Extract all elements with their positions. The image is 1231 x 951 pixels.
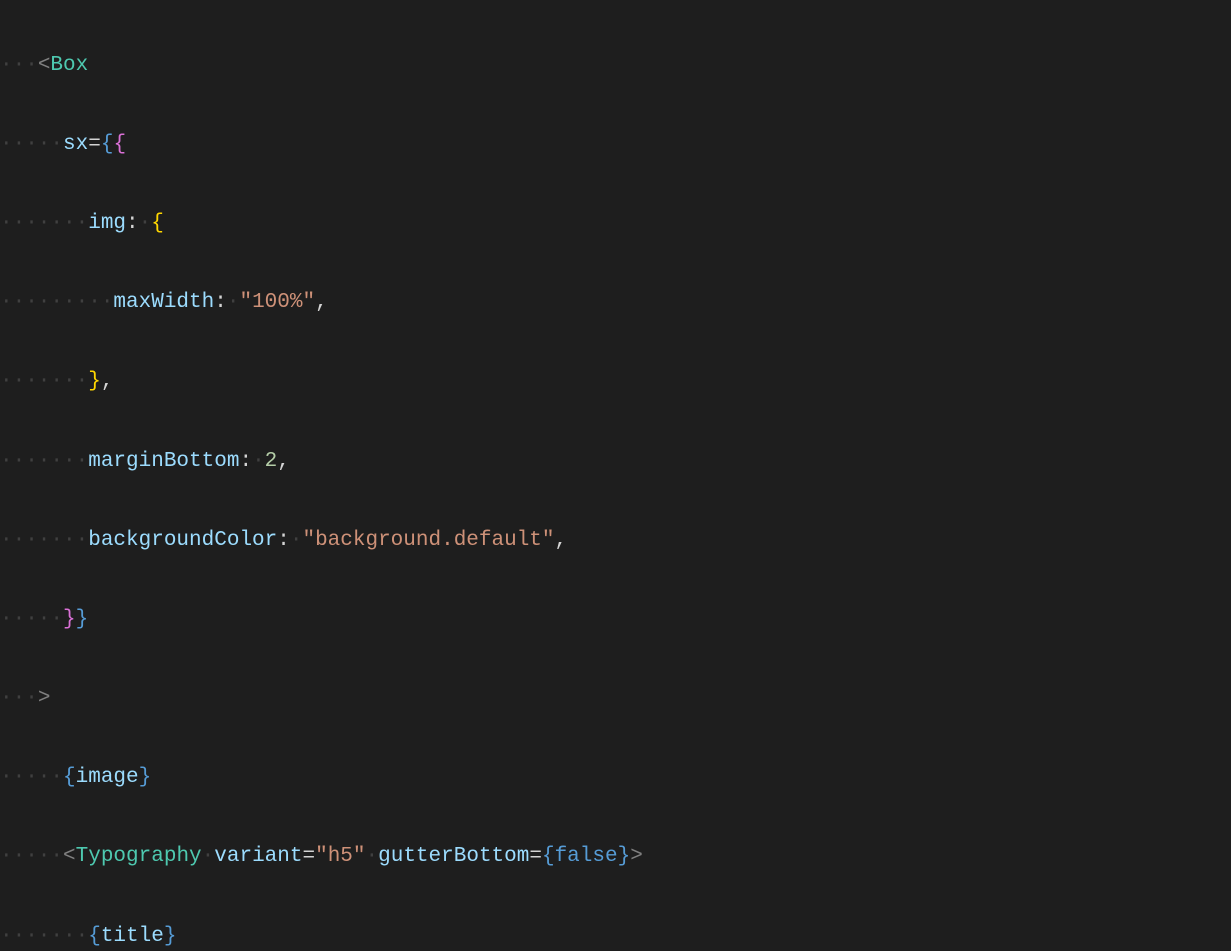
string-literal: "100%" — [239, 291, 315, 314]
whitespace: ····· — [0, 766, 63, 789]
whitespace: ····· — [0, 845, 63, 868]
whitespace: ······· — [0, 529, 88, 552]
number-literal: 2 — [265, 450, 278, 473]
brace: { — [151, 212, 164, 235]
brace: { — [113, 133, 126, 156]
variable: image — [76, 766, 139, 789]
whitespace: · — [252, 450, 265, 473]
jsx-attr: gutterBottom — [378, 845, 529, 868]
brace: } — [618, 845, 631, 868]
jsx-component: Box — [50, 54, 88, 77]
string-literal: "h5" — [315, 845, 365, 868]
equals: = — [529, 845, 542, 868]
angle-bracket: > — [630, 845, 643, 868]
code-line[interactable]: ···> — [0, 679, 1231, 719]
code-line[interactable]: ·········maxWidth:·"100%", — [0, 283, 1231, 323]
whitespace: ····· — [0, 608, 63, 631]
whitespace: ······· — [0, 450, 88, 473]
comma: , — [315, 291, 328, 314]
code-line[interactable]: ·······}, — [0, 362, 1231, 402]
code-editor[interactable]: ···<Box ·····sx={{ ·······img:·{ ·······… — [0, 0, 1231, 951]
comma: , — [101, 370, 114, 393]
whitespace: ······· — [0, 925, 88, 948]
object-prop: marginBottom — [88, 450, 239, 473]
code-line[interactable]: ·······backgroundColor:·"background.defa… — [0, 521, 1231, 561]
angle-bracket: < — [38, 54, 51, 77]
brace: } — [76, 608, 89, 631]
brace: } — [63, 608, 76, 631]
object-prop: backgroundColor — [88, 529, 277, 552]
angle-bracket: > — [38, 687, 51, 710]
whitespace: · — [139, 212, 152, 235]
code-line[interactable]: ·······img:·{ — [0, 204, 1231, 244]
whitespace: · — [366, 845, 379, 868]
code-line[interactable]: ·····}} — [0, 600, 1231, 640]
whitespace: ········· — [0, 291, 113, 314]
brace: { — [88, 925, 101, 948]
comma: , — [277, 450, 290, 473]
code-line[interactable]: ·····<Typography·variant="h5"·gutterBott… — [0, 837, 1231, 877]
colon: : — [277, 529, 290, 552]
brace: { — [101, 133, 114, 156]
brace: } — [164, 925, 177, 948]
jsx-attr: sx — [63, 133, 88, 156]
code-line[interactable]: ·····sx={{ — [0, 125, 1231, 165]
brace: { — [63, 766, 76, 789]
object-prop: maxWidth — [113, 291, 214, 314]
object-prop: img — [88, 212, 126, 235]
keyword: false — [555, 845, 618, 868]
equals: = — [302, 845, 315, 868]
whitespace: ··· — [0, 54, 38, 77]
string-literal: "background.default" — [302, 529, 554, 552]
jsx-component: Typography — [76, 845, 202, 868]
code-line[interactable]: ·······marginBottom:·2, — [0, 442, 1231, 482]
colon: : — [126, 212, 139, 235]
brace: } — [139, 766, 152, 789]
colon: : — [239, 450, 252, 473]
code-line[interactable]: ···<Box — [0, 46, 1231, 86]
whitespace: · — [227, 291, 240, 314]
comma: , — [555, 529, 568, 552]
whitespace: ······· — [0, 370, 88, 393]
variable: title — [101, 925, 164, 948]
brace: } — [88, 370, 101, 393]
brace: { — [542, 845, 555, 868]
colon: : — [214, 291, 227, 314]
equals: = — [88, 133, 101, 156]
whitespace: · — [202, 845, 215, 868]
jsx-attr: variant — [214, 845, 302, 868]
whitespace: · — [290, 529, 303, 552]
whitespace: ······· — [0, 212, 88, 235]
whitespace: ··· — [0, 687, 38, 710]
angle-bracket: < — [63, 845, 76, 868]
code-line[interactable]: ·····{image} — [0, 758, 1231, 798]
whitespace: ····· — [0, 133, 63, 156]
code-line[interactable]: ·······{title} — [0, 917, 1231, 951]
